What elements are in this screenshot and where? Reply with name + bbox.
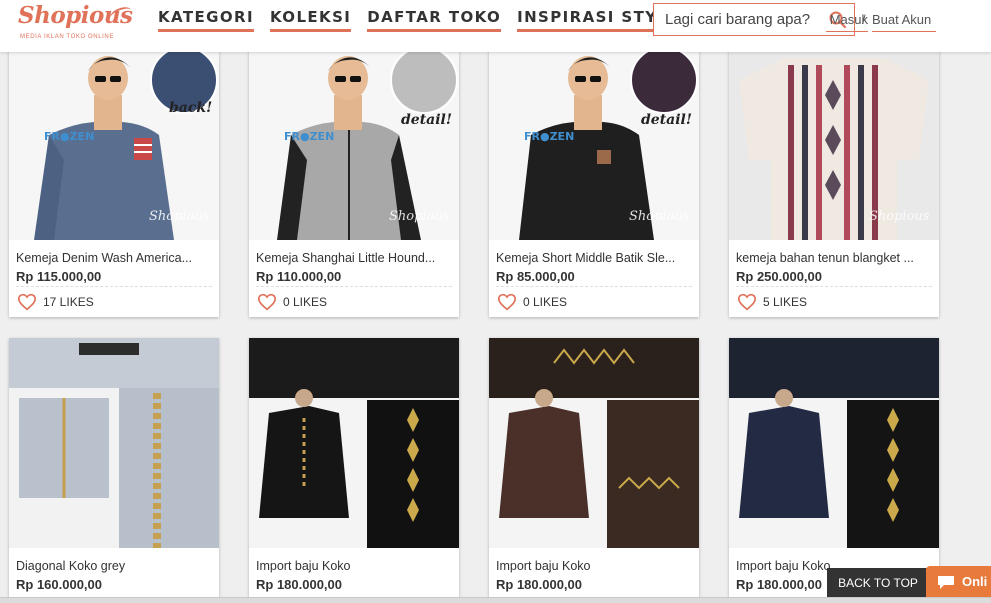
product-title[interactable]: Kemeja Short Middle Batik Sle... [496,251,692,265]
product-title[interactable]: kemeja bahan tenun blangket ... [736,251,932,265]
search-box [653,3,855,36]
like-button[interactable]: 0 LIKES [497,293,567,311]
nav-daftar-toko[interactable]: DAFTAR TOKO [367,8,502,32]
image-caption: detail! [401,112,452,128]
product-image[interactable] [489,338,699,548]
svg-text:Shopious: Shopious [869,209,930,224]
back-to-top-button[interactable]: BACK TO TOP [827,568,929,598]
svg-text:Shopious: Shopious [149,209,210,224]
product-card[interactable]: detail! FR●ZEN Shopious Kemeja Short Mid… [489,40,699,317]
site-header: Shopious MEDIA IKLAN TOKO ONLINE KATEGOR… [0,0,991,52]
product-price: Rp 180.000,00 [736,577,823,592]
like-button[interactable]: 5 LIKES [737,293,807,311]
product-price: Rp 115.000,00 [16,269,102,284]
product-image[interactable]: detail! FR●ZEN Shopious [489,40,699,240]
product-price: Rp 110.000,00 [256,269,342,284]
likes-count: 17 LIKES [43,295,94,309]
product-title[interactable]: Import baju Koko [256,559,452,573]
likes-count: 0 LIKES [283,295,328,309]
product-image[interactable] [249,338,459,548]
heart-outline-icon [497,293,517,311]
svg-text:Shopious: Shopious [629,209,690,224]
likes-count: 5 LIKES [763,295,808,309]
product-image[interactable] [729,338,939,548]
svg-text:FR●ZEN: FR●ZEN [524,130,574,143]
product-image[interactable]: Shopious [729,40,939,240]
card-divider [16,286,212,287]
product-price: Rp 250.000,00 [736,269,823,284]
main-nav: KATEGORI KOLEKSI DAFTAR TOKO INSPIRASI S… [158,8,681,32]
svg-text:FR●ZEN: FR●ZEN [44,130,94,143]
product-card[interactable]: detail! FR●ZEN Shopious Kemeja Shanghai … [249,40,459,317]
shopious-logo[interactable]: Shopious MEDIA IKLAN TOKO ONLINE [18,2,134,48]
product-image[interactable]: detail! FR●ZEN Shopious [249,40,459,240]
likes-count: 0 LIKES [523,295,568,309]
product-card[interactable]: Shopious kemeja bahan tenun blangket ...… [729,40,939,317]
card-divider [256,286,452,287]
product-price: Rp 180.000,00 [496,577,583,592]
app-root: { "header": { "logo_text": "Shopious", "… [0,0,991,603]
auth-separator: / [862,12,866,27]
card-divider [736,286,932,287]
like-button[interactable]: 0 LIKES [257,293,327,311]
nav-koleksi[interactable]: KOLEKSI [269,8,352,32]
product-title[interactable]: Kemeja Denim Wash America... [16,251,212,265]
product-title[interactable]: Import baju Koko [496,559,692,573]
search-input[interactable] [654,4,826,35]
product-price: Rp 180.000,00 [256,577,343,592]
heart-outline-icon [257,293,277,311]
nav-kategori[interactable]: KATEGORI [158,8,254,32]
image-caption: back! [169,100,212,116]
product-price: Rp 85.000,00 [496,269,575,284]
heart-outline-icon [737,293,757,311]
online-chat-button[interactable]: Onli [926,566,991,598]
heart-outline-icon [17,293,37,311]
image-caption: detail! [641,112,692,128]
product-title[interactable]: Kemeja Shanghai Little Hound... [256,251,452,265]
svg-text:Shopious: Shopious [389,209,450,224]
window-bottom-edge [0,597,991,603]
card-divider [496,286,692,287]
product-title[interactable]: Diagonal Koko grey [16,559,212,573]
chat-bubble-icon [938,576,954,589]
product-price: Rp 160.000,00 [16,577,103,592]
svg-text:FR●ZEN: FR●ZEN [284,130,334,143]
product-image[interactable] [9,338,219,548]
chat-label: Onli [962,574,988,589]
product-card[interactable]: Import baju Koko Rp 180.000,00 [729,338,939,603]
product-card[interactable]: Import baju Koko Rp 180.000,00 [249,338,459,603]
signup-link[interactable]: Buat Akun [872,12,936,32]
product-image[interactable]: back! FR●ZEN Shopious [9,40,219,240]
like-button[interactable]: 17 LIKES [17,293,94,311]
product-card[interactable]: Import baju Koko Rp 180.000,00 [489,338,699,603]
product-card[interactable]: back! FR●ZEN Shopious Kemeja Denim Wash … [9,40,219,317]
product-card[interactable]: Diagonal Koko grey Rp 160.000,00 [9,338,219,603]
logo-tagline: MEDIA IKLAN TOKO ONLINE [20,34,114,40]
